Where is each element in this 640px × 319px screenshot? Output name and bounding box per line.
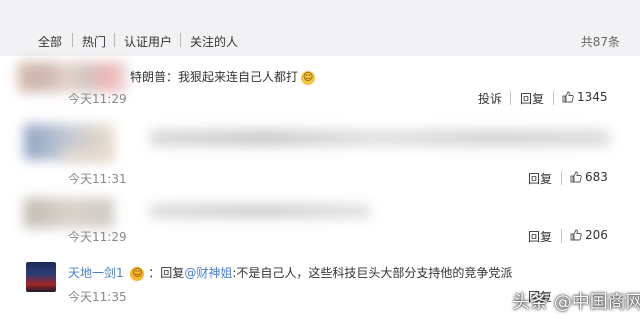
avatar[interactable] <box>24 198 114 228</box>
like-button[interactable]: 683 <box>570 170 608 184</box>
comment-item: 今天11:31 回复 683 <box>0 112 640 191</box>
tab-all[interactable]: 全部 <box>38 33 62 50</box>
action-divider <box>553 91 554 105</box>
comment-text <box>62 150 112 160</box>
tab-verified-users[interactable]: 认证用户 <box>124 33 172 50</box>
emoji-icon: ☺ <box>130 266 145 281</box>
thumbs-up-icon <box>570 171 582 183</box>
comment-item: 今天11:29 回复 206 <box>0 190 640 253</box>
like-button[interactable]: 1345 <box>562 90 608 104</box>
comment-text: 天地一剑1 ☺ ：回复@财神姐:不是自己人，这些科技巨头大部分支持他的竞争党派 <box>68 264 512 281</box>
comment-text <box>150 204 370 218</box>
comment-time: 今天11:31 <box>68 172 127 186</box>
action-divider <box>510 91 511 105</box>
comment-count: 共87条 <box>580 35 620 49</box>
comment-time: 今天11:29 <box>68 92 127 106</box>
tab-divider <box>114 33 115 47</box>
tab-divider <box>72 33 73 47</box>
comment-body: :不是自己人，这些科技巨头大部分支持他的竞争党派 <box>232 266 513 280</box>
comment-time: 今天11:35 <box>68 290 127 304</box>
comment-text: 特朗普：我狠起来连自己人都打 ☺ <box>130 68 316 85</box>
thumbs-up-icon <box>570 229 582 241</box>
action-divider <box>561 229 562 243</box>
action-divider <box>561 171 562 185</box>
like-count: 1345 <box>577 90 608 104</box>
comment-author[interactable]: 天地一剑1 <box>68 266 124 280</box>
comment-body: ：我狠起来连自己人都打 <box>166 70 299 84</box>
reply-button[interactable]: 回复 <box>528 228 552 245</box>
avatar[interactable] <box>26 262 56 292</box>
like-count: 206 <box>585 228 608 242</box>
comment-time: 今天11:29 <box>68 230 127 244</box>
comment-filter-bar: 全部 热门 认证用户 关注的人 共87条 <box>0 0 640 56</box>
reply-prefix: ：回复 <box>148 266 185 280</box>
tab-hot[interactable]: 热门 <box>82 33 106 50</box>
reply-button[interactable]: 回复 <box>520 90 544 107</box>
like-button[interactable]: 206 <box>570 228 608 242</box>
comment-author[interactable]: 特朗普 <box>130 70 166 84</box>
watermark: 头条 @中国商网 <box>512 292 640 313</box>
emoji-icon: ☺ <box>301 70 316 85</box>
thumbs-up-icon <box>562 91 574 103</box>
comment-item: 特朗普：我狠起来连自己人都打 ☺ 今天11:29 投诉 回复 1345 <box>0 56 640 113</box>
mention-link[interactable]: @财神姐 <box>184 266 232 280</box>
comment-text <box>150 130 610 146</box>
tab-following[interactable]: 关注的人 <box>190 33 238 50</box>
reply-button[interactable]: 回复 <box>528 170 552 187</box>
avatar[interactable] <box>18 62 128 92</box>
tab-divider <box>180 33 181 47</box>
report-button[interactable]: 投诉 <box>478 90 502 107</box>
like-count: 683 <box>585 170 608 184</box>
